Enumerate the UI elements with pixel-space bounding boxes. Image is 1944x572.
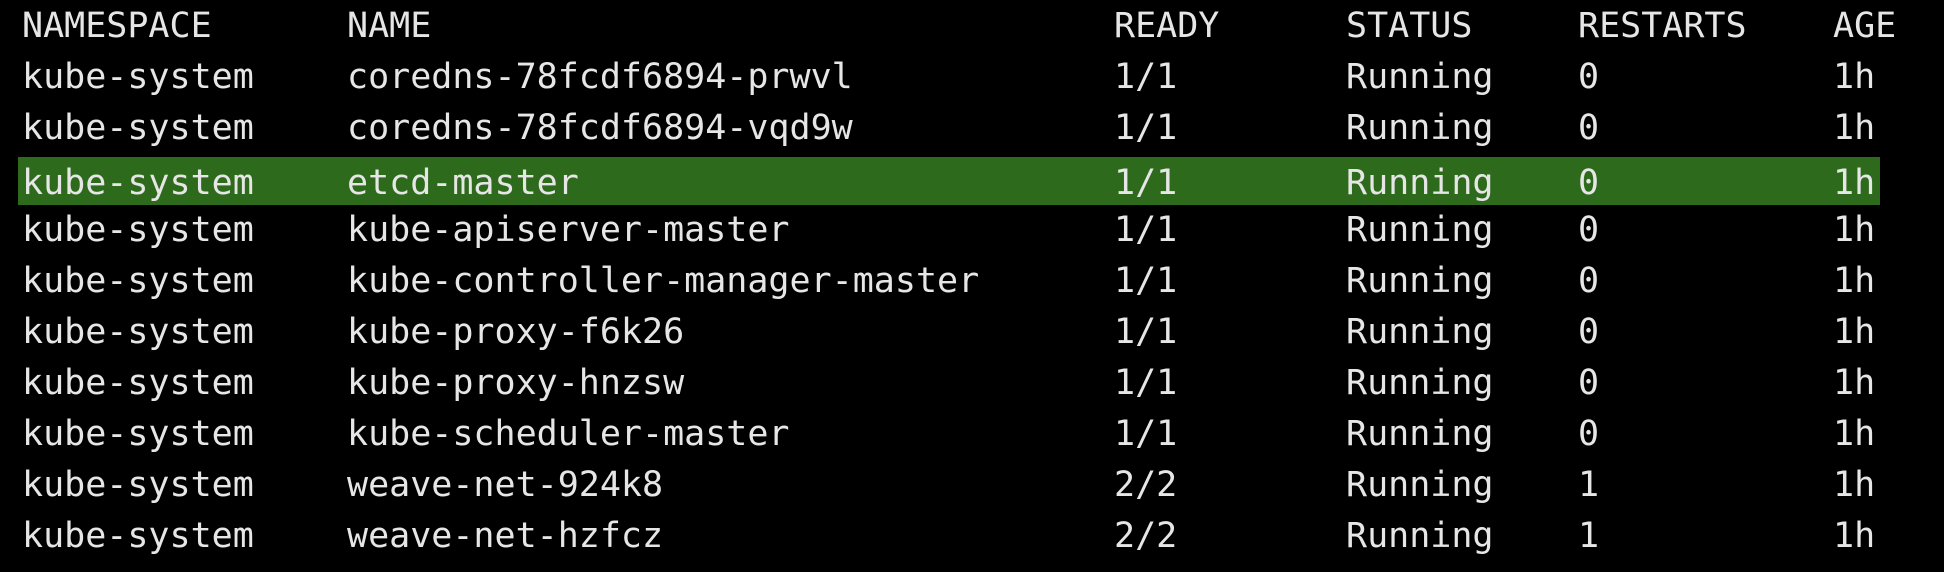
pod-restarts: 1 xyxy=(1578,516,1600,556)
column-header-name: NAME xyxy=(347,6,432,46)
table-row[interactable]: kube-system kube-controller-manager-mast… xyxy=(0,255,1944,306)
pod-age: 1h xyxy=(1833,163,1876,203)
pod-restarts: 0 xyxy=(1578,261,1600,301)
pod-name: weave-net-924k8 xyxy=(347,465,664,505)
column-header-ready: READY xyxy=(1114,6,1220,46)
pod-namespace: kube-system xyxy=(22,516,254,556)
pod-ready: 1/1 xyxy=(1114,57,1178,97)
pod-restarts: 0 xyxy=(1578,57,1600,97)
pod-status: Running xyxy=(1346,465,1494,505)
pod-ready: 1/1 xyxy=(1114,163,1178,203)
pod-namespace: kube-system xyxy=(22,261,254,301)
pod-ready: 1/1 xyxy=(1114,108,1178,148)
pod-age: 1h xyxy=(1833,210,1876,250)
pod-status: Running xyxy=(1346,516,1494,556)
table-header: NAMESPACE NAME READY STATUS RESTARTS AGE xyxy=(0,0,1944,51)
pod-restarts: 0 xyxy=(1578,363,1600,403)
column-header-restarts: RESTARTS xyxy=(1578,6,1747,46)
table-row[interactable]: kube-system coredns-78fcdf6894-vqd9w 1/1… xyxy=(0,102,1944,153)
pod-name: weave-net-hzfcz xyxy=(347,516,664,556)
pod-ready: 2/2 xyxy=(1114,516,1178,556)
table-row[interactable]: kube-system kube-proxy-hnzsw 1/1 Running… xyxy=(0,357,1944,408)
pod-status: Running xyxy=(1346,363,1494,403)
pod-namespace: kube-system xyxy=(22,210,254,250)
column-header-namespace: NAMESPACE xyxy=(22,6,212,46)
column-header-age: AGE xyxy=(1833,6,1897,46)
pod-ready: 1/1 xyxy=(1114,261,1178,301)
pod-name: kube-proxy-hnzsw xyxy=(347,363,685,403)
pod-status: Running xyxy=(1346,414,1494,454)
pod-restarts: 0 xyxy=(1578,312,1600,352)
pod-namespace: kube-system xyxy=(22,163,254,203)
pod-namespace: kube-system xyxy=(22,57,254,97)
pod-status: Running xyxy=(1346,57,1494,97)
table-row[interactable]: kube-system kube-scheduler-master 1/1 Ru… xyxy=(0,408,1944,459)
table-row[interactable]: kube-system weave-net-924k8 2/2 Running … xyxy=(0,459,1944,510)
pod-namespace: kube-system xyxy=(22,414,254,454)
terminal-window[interactable]: NAMESPACE NAME READY STATUS RESTARTS AGE… xyxy=(0,0,1944,572)
pod-status: Running xyxy=(1346,108,1494,148)
pod-name: kube-apiserver-master xyxy=(347,210,790,250)
pod-age: 1h xyxy=(1833,414,1876,454)
selection-highlight xyxy=(18,157,1880,205)
pod-restarts: 0 xyxy=(1578,108,1600,148)
pod-name: kube-proxy-f6k26 xyxy=(347,312,685,352)
pod-age: 1h xyxy=(1833,465,1876,505)
pod-restarts: 0 xyxy=(1578,163,1600,203)
pod-namespace: kube-system xyxy=(22,465,254,505)
pod-restarts: 0 xyxy=(1578,210,1600,250)
pod-age: 1h xyxy=(1833,108,1876,148)
table-row-selected[interactable]: kube-system etcd-master 1/1 Running 0 1h xyxy=(0,157,1944,208)
table-row[interactable]: kube-system coredns-78fcdf6894-prwvl 1/1… xyxy=(0,51,1944,102)
pod-ready: 1/1 xyxy=(1114,312,1178,352)
pod-age: 1h xyxy=(1833,57,1876,97)
pod-age: 1h xyxy=(1833,363,1876,403)
table-row[interactable]: kube-system weave-net-hzfcz 2/2 Running … xyxy=(0,510,1944,561)
pod-name: coredns-78fcdf6894-prwvl xyxy=(347,57,853,97)
pod-name: kube-controller-manager-master xyxy=(347,261,980,301)
pod-age: 1h xyxy=(1833,312,1876,352)
pod-name: kube-scheduler-master xyxy=(347,414,790,454)
pod-status: Running xyxy=(1346,312,1494,352)
pod-name: etcd-master xyxy=(347,163,579,203)
table-row[interactable]: kube-system kube-apiserver-master 1/1 Ru… xyxy=(0,204,1944,255)
pod-ready: 1/1 xyxy=(1114,414,1178,454)
column-header-status: STATUS xyxy=(1346,6,1473,46)
pod-namespace: kube-system xyxy=(22,312,254,352)
table-row[interactable]: kube-system kube-proxy-f6k26 1/1 Running… xyxy=(0,306,1944,357)
pod-status: Running xyxy=(1346,261,1494,301)
pod-status: Running xyxy=(1346,210,1494,250)
pod-namespace: kube-system xyxy=(22,363,254,403)
pod-ready: 1/1 xyxy=(1114,363,1178,403)
pod-age: 1h xyxy=(1833,516,1876,556)
pod-status: Running xyxy=(1346,163,1494,203)
pod-restarts: 1 xyxy=(1578,465,1600,505)
pod-restarts: 0 xyxy=(1578,414,1600,454)
pod-name: coredns-78fcdf6894-vqd9w xyxy=(347,108,853,148)
pod-age: 1h xyxy=(1833,261,1876,301)
pod-ready: 1/1 xyxy=(1114,210,1178,250)
pod-ready: 2/2 xyxy=(1114,465,1178,505)
pod-namespace: kube-system xyxy=(22,108,254,148)
